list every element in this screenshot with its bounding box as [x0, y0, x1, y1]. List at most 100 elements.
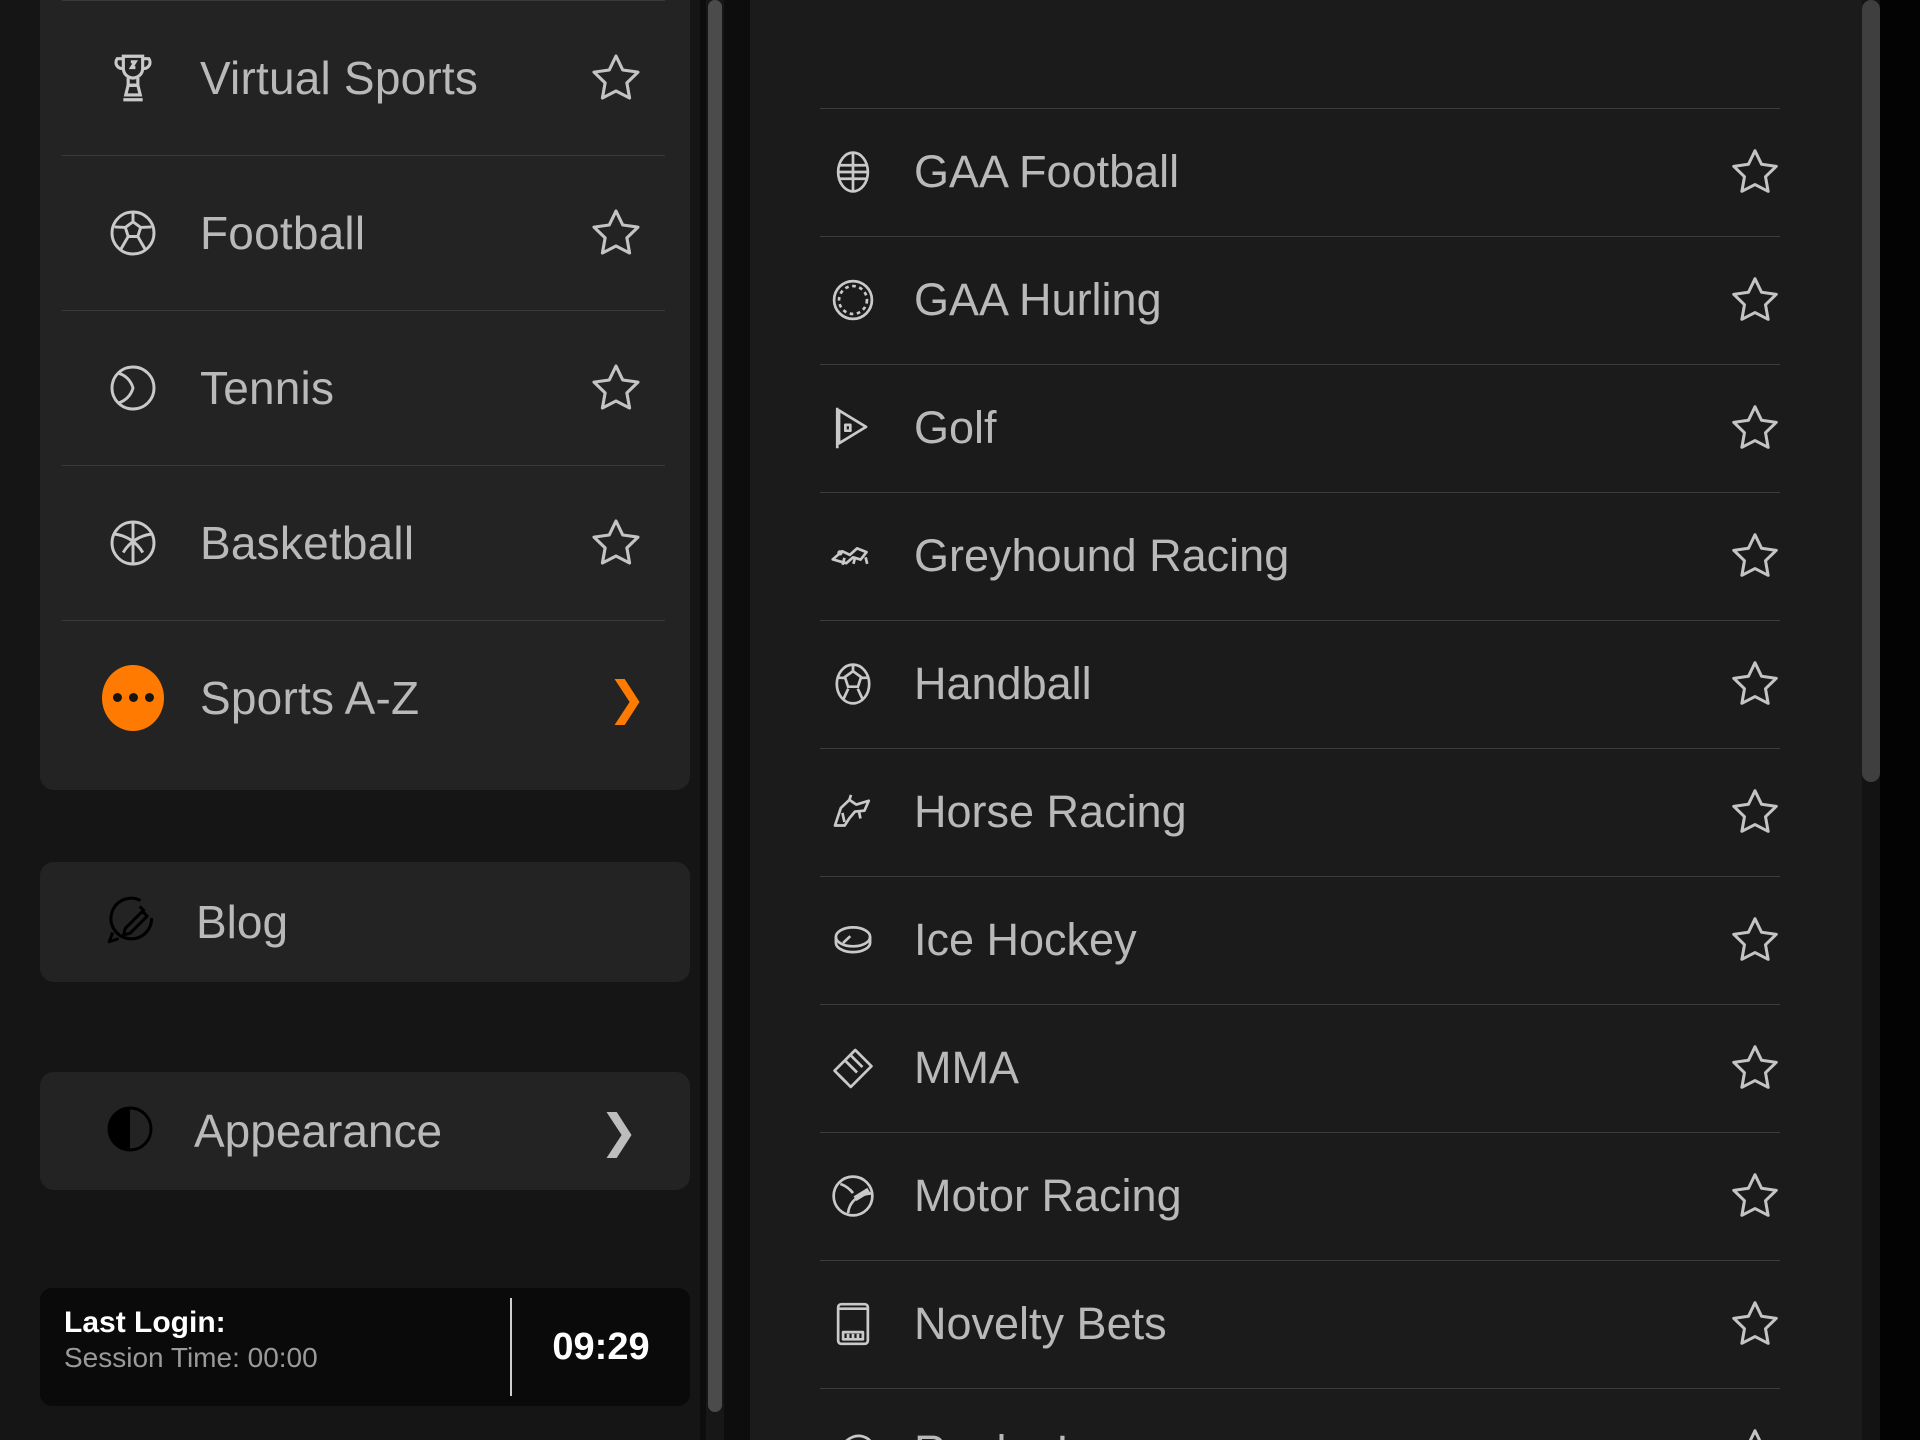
sidebar-item-label: Virtual Sports [200, 51, 479, 104]
list-item-label: Horse Racing [914, 786, 1187, 837]
sidebar-item-sports-a-z[interactable]: Sports A-Z ❯ [40, 620, 690, 775]
favorite-star-button[interactable] [1726, 655, 1784, 713]
list-item[interactable]: Handball [750, 620, 1880, 748]
list-item[interactable]: Golf [750, 364, 1880, 492]
sidebar-item-tennis[interactable]: Tennis [40, 310, 690, 465]
motor-racing-icon [825, 1168, 881, 1224]
list-item[interactable]: Novelty Bets [750, 1260, 1880, 1388]
sidebar-item-virtual-sports[interactable]: Virtual Sports [40, 0, 690, 155]
list-item[interactable]: Horse Racing [750, 748, 1880, 876]
mma-glove-icon [825, 1040, 881, 1096]
viewport-right-edge [1880, 0, 1920, 1440]
list-item-label: Greyhound Racing [914, 530, 1290, 581]
basketball-icon [102, 512, 164, 574]
favorite-star-button[interactable] [1726, 527, 1784, 585]
handball-icon [825, 656, 881, 712]
favorite-star-button[interactable] [1726, 911, 1784, 969]
dot [112, 693, 122, 702]
star-icon [1726, 783, 1784, 841]
list-item-label: Novelty Bets [914, 1298, 1167, 1349]
last-login-text: Last Login: Session Time: 00:00 [40, 1288, 510, 1406]
soccer-ball-icon [102, 202, 164, 264]
list-item[interactable]: Motor Racing [750, 1132, 1880, 1260]
favorite-star-button[interactable] [1726, 271, 1784, 329]
star-icon [586, 513, 646, 573]
sidebar-item-label: Football [200, 206, 366, 259]
list-item[interactable]: GAA Football [750, 108, 1880, 236]
list-item[interactable]: Greyhound Racing [750, 492, 1880, 620]
chevron-right-icon: ❯ [599, 1105, 638, 1157]
sidebar-item-football[interactable]: Football [40, 155, 690, 310]
sidebar-item-label: Basketball [200, 516, 415, 569]
list-item-label: GAA Hurling [914, 274, 1162, 325]
favorite-star-button[interactable] [1726, 1423, 1784, 1440]
trophy-icon [102, 47, 164, 109]
panel-scroll-spacer [750, 0, 1880, 108]
favorite-star-button[interactable] [1726, 1295, 1784, 1353]
contrast-circle-icon [102, 1101, 158, 1162]
sidebar-item-label: Appearance [194, 1105, 443, 1157]
novelty-bets-icon [825, 1296, 881, 1352]
sidebar-appearance-card[interactable]: Appearance ❯ [40, 1072, 690, 1190]
ellipsis-badge [102, 664, 164, 731]
sidebar-sports-card: Virtual Sports Football Tennis Basketbal… [40, 0, 690, 790]
star-icon [1726, 911, 1784, 969]
sidebar: Virtual Sports Football Tennis Basketbal… [0, 0, 700, 1440]
sidebar-item-appearance[interactable]: Appearance ❯ [40, 1072, 690, 1190]
last-login-title: Last Login: [64, 1306, 226, 1339]
list-item[interactable]: GAA Hurling [750, 236, 1880, 364]
star-icon [586, 358, 646, 418]
sliotar-ball-icon [825, 272, 881, 328]
dot [128, 693, 138, 702]
favorite-star-button[interactable] [1726, 399, 1784, 457]
star-icon [1726, 1295, 1784, 1353]
ice-hockey-icon [825, 912, 881, 968]
star-icon [1726, 399, 1784, 457]
horse-racing-icon [825, 784, 881, 840]
list-item-label: Golf [914, 402, 997, 453]
list-item-label: Ice Hockey [914, 914, 1137, 965]
sidebar-blog-card[interactable]: Blog [40, 862, 690, 982]
chevron-right-icon: ❯ [607, 671, 646, 724]
sidebar-scrollbar-thumb[interactable] [708, 0, 722, 1412]
favorite-star-button[interactable] [1726, 1039, 1784, 1097]
list-item[interactable]: MMA [750, 1004, 1880, 1132]
expand-sports-a-z-button[interactable]: ❯ [607, 675, 646, 721]
last-login-panel: Last Login: Session Time: 00:00 09:29 [40, 1288, 690, 1406]
sports-az-panel: GAA Football GAA Hurling Golf Greyhound … [750, 0, 1880, 1440]
favorite-star-button[interactable] [586, 513, 646, 573]
star-icon [586, 203, 646, 263]
star-icon [1726, 527, 1784, 585]
star-icon [1726, 271, 1784, 329]
favorite-star-button[interactable] [586, 358, 646, 418]
favorite-star-button[interactable] [1726, 1167, 1784, 1225]
sidebar-item-basketball[interactable]: Basketball [40, 465, 690, 620]
sidebar-item-label: Sports A-Z [200, 671, 420, 724]
list-item[interactable]: Rugby League [750, 1388, 1880, 1440]
sidebar-item-blog[interactable]: Blog [40, 862, 690, 982]
tennis-ball-icon [102, 357, 164, 419]
list-item-label: Handball [914, 658, 1092, 709]
ellipsis-dots-icon [102, 664, 164, 731]
star-icon [586, 48, 646, 108]
favorite-star-button[interactable] [586, 203, 646, 263]
favorite-star-button[interactable] [1726, 783, 1784, 841]
panel-scrollbar-thumb[interactable] [1862, 0, 1880, 782]
sidebar-item-label: Blog [196, 896, 289, 948]
app-root: Virtual Sports Football Tennis Basketbal… [0, 0, 1920, 1440]
expand-appearance-button[interactable]: ❯ [599, 1108, 638, 1154]
list-item[interactable]: Ice Hockey [750, 876, 1880, 1004]
list-item-label: GAA Football [914, 146, 1180, 197]
favorite-star-button[interactable] [1726, 143, 1784, 201]
greyhound-icon [825, 528, 881, 584]
favorite-star-button[interactable] [586, 48, 646, 108]
list-item-label: Rugby League [914, 1426, 1207, 1440]
session-time-label: Session Time: 00:00 [64, 1341, 318, 1373]
star-icon [1726, 655, 1784, 713]
star-icon [1726, 1039, 1784, 1097]
star-icon [1726, 1423, 1784, 1440]
list-item-label: MMA [914, 1042, 1019, 1093]
dot [144, 693, 154, 702]
chat-pencil-icon [102, 891, 160, 954]
list-item-label: Motor Racing [914, 1170, 1182, 1221]
